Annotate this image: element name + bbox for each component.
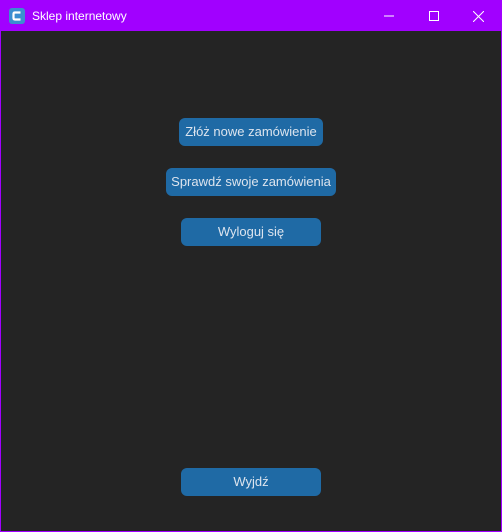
maximize-icon xyxy=(428,11,439,21)
minimize-button[interactable] xyxy=(366,1,411,31)
app-logo-icon xyxy=(9,8,25,24)
close-button[interactable] xyxy=(456,1,501,31)
check-orders-button[interactable]: Sprawdź swoje zamówienia xyxy=(166,168,336,196)
minimize-icon xyxy=(383,15,394,17)
title-bar[interactable]: Sklep internetowy xyxy=(1,1,501,31)
app-window: Sklep internetowy Złóż nowe zamówienie S… xyxy=(0,0,502,532)
maximize-button[interactable] xyxy=(411,1,456,31)
exit-button[interactable]: Wyjdź xyxy=(181,468,321,496)
new-order-button[interactable]: Złóż nowe zamówienie xyxy=(179,118,323,146)
logout-button[interactable]: Wyloguj się xyxy=(181,218,321,246)
main-panel: Złóż nowe zamówienie Sprawdź swoje zamów… xyxy=(1,31,501,531)
window-title: Sklep internetowy xyxy=(32,9,127,23)
close-icon xyxy=(473,10,484,22)
